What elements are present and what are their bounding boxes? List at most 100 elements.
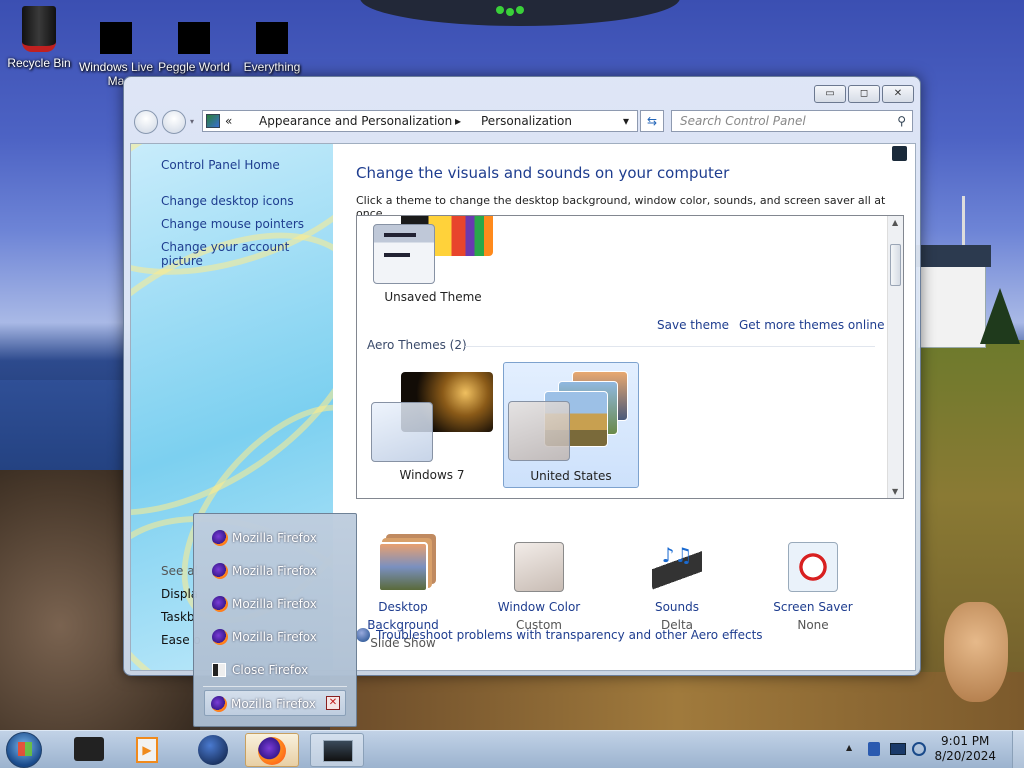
desktop-icon-recycle-bin[interactable]: Recycle Bin [0,6,78,70]
troubleshoot-icon [356,628,370,642]
action-center-icon[interactable] [868,742,880,756]
see-also-taskbar-link[interactable]: Taskb [161,610,195,624]
control-panel-icon [206,114,220,128]
screen-saver-item[interactable]: Screen Saver None [753,542,873,634]
recycle-bin-icon [22,6,56,52]
screen-saver-icon [788,542,838,592]
minimize-icon: ▭ [825,88,835,99]
everything-icon [256,22,288,54]
taskbar-firefox[interactable] [245,733,299,767]
jump-list-item-label: Close Firefox [232,663,309,677]
scroll-down-icon[interactable]: ▼ [892,487,898,496]
search-icon[interactable]: ⚲ [897,111,906,131]
peggle-world-icon [178,22,210,54]
history-dropdown-icon[interactable]: ▾ [190,117,194,126]
search-input[interactable]: Search Control Panel ⚲ [671,110,913,132]
window-color-title[interactable]: Window Color [479,598,599,616]
firefox-icon [212,596,228,612]
scroll-thumb[interactable] [890,244,901,286]
jump-list-item[interactable]: Mozilla Firefox [206,525,346,551]
theme-label: Unsaved Theme [384,290,482,304]
desktop-icon-peggle-world[interactable]: Peggle World [155,6,233,74]
taskbar-media-player[interactable]: ▶ [120,733,174,767]
start-button[interactable] [6,732,42,768]
refresh-button[interactable]: ⇆ [640,110,664,132]
search-placeholder: Search Control Panel [680,114,806,128]
desktop-icon-label: Everything [243,60,301,74]
jump-list-item[interactable]: Mozilla Firefox [206,624,346,650]
network-icon[interactable] [890,743,906,755]
page-title: Change the visuals and sounds on your co… [356,164,730,182]
firefox-icon [211,696,227,712]
theme-united-states[interactable]: United States [503,362,639,488]
jump-list-item-label: Mozilla Firefox [232,630,317,644]
firefox-icon [258,737,286,765]
breadcrumb-personalization[interactable]: Personalization [481,111,572,131]
refresh-icon: ⇆ [646,114,658,128]
jump-list-item-label: Mozilla Firefox [232,531,317,545]
desktop-icon-label: Recycle Bin [7,56,71,70]
clock[interactable]: 9:01 PM 8/20/2024 [934,734,996,764]
minimize-button[interactable]: ▭ [814,85,846,103]
close-firefox-item[interactable]: Close Firefox [206,657,346,683]
jump-list-item[interactable]: Mozilla Firefox [206,558,346,584]
close-button[interactable]: ✕ [882,85,914,103]
show-desktop-button[interactable] [1012,731,1024,768]
breadcrumb-appearance[interactable]: Appearance and Personalization [259,111,452,131]
taskbar-control-panel[interactable] [310,733,364,767]
troubleshoot-link[interactable]: Troubleshoot problems with transparency … [376,628,763,642]
jump-list-item-label: Mozilla Firefox [232,597,317,611]
firefox-icon [212,563,228,579]
globe-icon [198,735,228,765]
forward-button[interactable] [162,110,186,134]
breadcrumb-separator-icon[interactable]: ▸ [455,111,461,131]
theme-list: Unsaved Theme Save theme Get more themes… [356,215,904,499]
theme-unsaved[interactable]: Unsaved Theme [371,216,495,310]
wallpaper-ground [330,672,1024,732]
show-hidden-icons-icon[interactable]: ▲ [846,743,852,752]
help-icon[interactable] [892,146,907,161]
screen-saver-value: None [797,618,829,632]
theme-label: Windows 7 [399,468,465,482]
us-glass-icon [508,401,570,461]
change-account-picture-link[interactable]: Change your account picture [161,240,333,268]
main-pane: Change the visuals and sounds on your co… [333,144,915,670]
scroll-up-icon[interactable]: ▲ [892,218,898,227]
wallpaper-ufo [360,0,680,26]
taskbar-app-1[interactable] [62,733,116,767]
maximize-icon: ◻ [859,88,869,99]
windows-live-mail-icon [100,22,132,54]
theme-windows-7[interactable]: Windows 7 [369,364,495,488]
address-dropdown-icon[interactable]: ▾ [623,111,629,131]
sounds-title[interactable]: Sounds [617,598,737,616]
maximize-button[interactable]: ◻ [848,85,880,103]
taskbar: ▶ ▲ 9:01 PM 8/20/2024 [0,730,1024,768]
change-mouse-pointers-link[interactable]: Change mouse pointers [161,217,304,231]
address-bar[interactable]: « Appearance and Personalization ▸ Perso… [202,110,638,132]
desktop-background-icon [378,542,428,592]
desktop-icon-label: Peggle World [158,60,230,74]
windows-logo-icon [18,742,32,756]
control-panel-home-link[interactable]: Control Panel Home [161,158,280,172]
sounds-item[interactable]: ♪♫ Sounds Delta [617,542,737,634]
firefox-jump-list: Mozilla Firefox Mozilla Firefox Mozilla … [193,513,357,727]
screen-saver-title[interactable]: Screen Saver [753,598,873,616]
wallpaper-house [915,245,991,348]
theme-list-scrollbar[interactable]: ▲ ▼ [887,216,903,498]
jump-list-hovered-item[interactable]: Mozilla Firefox ✕ [204,690,346,716]
close-icon[interactable]: ✕ [326,696,340,710]
jump-list-item[interactable]: Mozilla Firefox [206,591,346,617]
firefox-icon [212,629,228,645]
desktop-hamster-gadget[interactable] [944,602,1008,702]
clock-time: 9:01 PM [941,734,990,748]
change-desktop-icons-link[interactable]: Change desktop icons [161,194,294,208]
breadcrumb-overflow[interactable]: « [225,111,232,131]
taskbar-app-3[interactable] [186,733,240,767]
firefox-icon [212,530,228,546]
back-button[interactable] [134,110,158,134]
get-more-themes-link[interactable]: Get more themes online [739,318,885,332]
volume-icon[interactable] [912,742,926,756]
window-color-item[interactable]: Window Color Custom [479,542,599,634]
save-theme-link[interactable]: Save theme [657,318,729,332]
desktop-icon-everything[interactable]: Everything [233,6,311,74]
